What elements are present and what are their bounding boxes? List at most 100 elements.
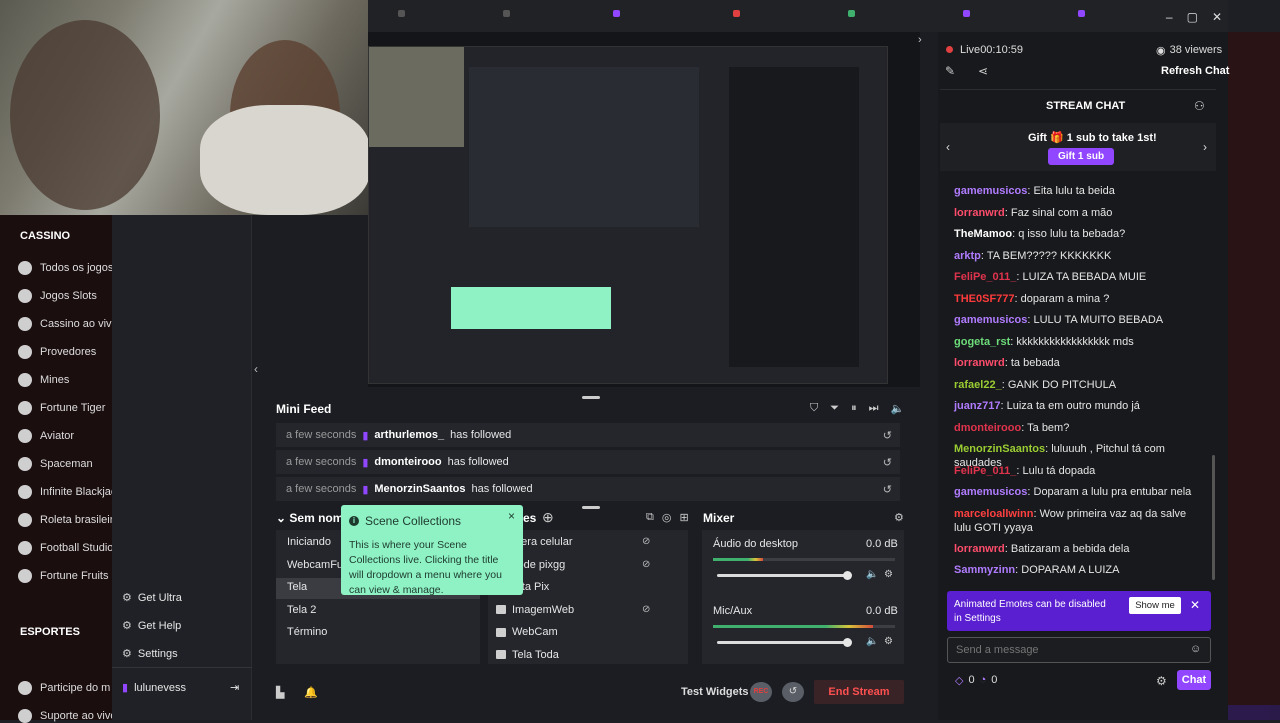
chat-username[interactable]: lorranwrd <box>954 207 1005 219</box>
resize-handle[interactable] <box>582 506 600 509</box>
collapse-left-icon[interactable]: ‹ <box>254 362 258 376</box>
source-item[interactable]: ImagemWeb <box>496 604 574 616</box>
chat-username[interactable]: Sammyzinn <box>954 564 1015 576</box>
gift-sub-button[interactable]: Gift 1 sub <box>1048 148 1114 165</box>
get-help-button[interactable]: ⚙ Get Help <box>122 619 181 633</box>
tab-icon[interactable] <box>398 10 405 17</box>
resize-handle[interactable] <box>582 396 600 399</box>
chat-username[interactable]: FeliPe_011_ <box>954 271 1016 283</box>
chat-username[interactable]: arktp <box>954 250 981 262</box>
test-widgets-button[interactable]: Test Widgets <box>681 686 749 698</box>
user-profile[interactable]: ▮ lulunevess <box>122 681 186 695</box>
pencil-icon[interactable]: ✎ <box>945 64 955 78</box>
chat-username[interactable]: THE0SF777 <box>954 293 1015 305</box>
rec-button[interactable]: REC <box>750 682 772 702</box>
chat-username[interactable]: dmonteirooo <box>954 422 1021 434</box>
chat-username[interactable]: gamemusicos <box>954 185 1027 197</box>
chat-username[interactable]: TheMamoo <box>954 228 1012 240</box>
casino-item[interactable]: Fortune Fruits <box>18 569 112 583</box>
chat-username[interactable]: lorranwrd <box>954 357 1005 369</box>
chat-username[interactable]: FeliPe_011_ <box>954 465 1016 477</box>
speaker-icon[interactable]: 🔈 <box>866 636 878 647</box>
tab-icon[interactable] <box>963 10 970 17</box>
volume-icon[interactable]: 🔈 <box>890 402 904 415</box>
get-ultra-button[interactable]: ⚙ Get Ultra <box>122 591 182 605</box>
eye-icon[interactable]: ◎ <box>662 511 672 524</box>
volume-slider[interactable] <box>717 574 849 577</box>
mixer-settings-icon[interactable]: ⚙ <box>894 511 904 524</box>
chat-settings-icon[interactable]: ⚙ <box>1156 674 1167 688</box>
tab-icon[interactable] <box>613 10 620 17</box>
skip-icon[interactable]: ⏭ <box>869 402 879 415</box>
users-icon[interactable]: ⚇ <box>1194 99 1205 113</box>
chat-username[interactable]: lorranwrd <box>954 543 1005 555</box>
casino-item[interactable]: Football Studio <box>18 541 112 555</box>
expand-chat-icon[interactable]: › <box>918 34 922 46</box>
speaker-icon[interactable]: 🔈 <box>866 569 878 580</box>
shield-icon[interactable]: ⛉ <box>810 402 818 415</box>
refresh-chat-button[interactable]: Refresh Chat <box>1161 65 1229 77</box>
show-me-button[interactable]: Show me <box>1129 597 1181 614</box>
scene-item[interactable]: Tela <box>287 581 307 593</box>
scene-item[interactable]: WebcamFull <box>287 559 348 571</box>
chat-username[interactable]: gamemusicos <box>954 314 1027 326</box>
settings-button[interactable]: ⚙ Settings <box>122 647 178 661</box>
source-item[interactable]: WebCam <box>496 626 558 638</box>
minimize-icon[interactable]: – <box>1166 10 1173 24</box>
scene-collection-title[interactable]: ⌄ Sem nome <box>276 511 350 525</box>
next-arrow-icon[interactable]: › <box>1203 140 1207 154</box>
casino-item[interactable]: Spaceman <box>18 457 112 471</box>
visibility-off-icon[interactable]: ⊘ <box>642 536 650 547</box>
chat-username[interactable]: gamemusicos <box>954 486 1027 498</box>
tab-icon[interactable] <box>848 10 855 17</box>
chat-scrollbar[interactable] <box>1212 455 1215 580</box>
chat-username[interactable]: MenorzinSaantos <box>954 443 1045 455</box>
close-icon[interactable]: ✕ <box>1212 10 1222 24</box>
scene-item[interactable]: Iniciando <box>287 536 331 548</box>
casino-item[interactable]: Mines <box>18 373 112 387</box>
visibility-off-icon[interactable]: ⊘ <box>642 559 650 570</box>
tooltip-close-button[interactable]: × <box>508 509 515 523</box>
casino-item[interactable]: Fortune Tiger <box>18 401 112 415</box>
casino-item-suporte[interactable]: Suporte ao vivo <box>18 709 112 723</box>
bell-icon[interactable]: 🔔 <box>304 686 318 699</box>
visibility-off-icon[interactable]: ⊘ <box>642 604 650 615</box>
logout-icon[interactable]: ⇥ <box>230 681 239 694</box>
replay-icon[interactable]: ↺ <box>883 483 892 496</box>
channel-settings-icon[interactable]: ⚙ <box>884 569 893 580</box>
casino-item[interactable]: Jogos Slots <box>18 289 112 303</box>
chat-send-button[interactable]: Chat <box>1177 670 1211 690</box>
volume-slider[interactable] <box>717 641 849 644</box>
add-source-icon[interactable]: ⊞ <box>679 511 688 524</box>
volume-slider-knob[interactable] <box>843 571 852 580</box>
chat-input[interactable] <box>947 637 1211 663</box>
pause-icon[interactable]: ⏸ <box>851 402 857 415</box>
replay-icon[interactable]: ↺ <box>883 429 892 442</box>
close-icon[interactable]: ✕ <box>1190 598 1200 612</box>
casino-item[interactable]: Infinite Blackjack <box>18 485 112 499</box>
casino-item[interactable]: Cassino ao vivo <box>18 317 112 331</box>
end-stream-button[interactable]: End Stream <box>814 680 904 704</box>
source-item[interactable]: Tela Toda <box>496 649 559 661</box>
stats-icon[interactable]: ▙ <box>276 686 284 699</box>
prev-arrow-icon[interactable]: ‹ <box>946 140 950 154</box>
scene-item[interactable]: Tela 2 <box>287 604 316 616</box>
replay-button[interactable]: ↺ <box>782 682 804 702</box>
filter-icon[interactable]: ⏷ <box>830 402 839 415</box>
casino-item[interactable]: Todos os jogos <box>18 261 112 275</box>
maximize-icon[interactable]: ▢ <box>1187 10 1198 24</box>
add-scene-icon[interactable]: ⊕ <box>542 509 554 526</box>
share-icon[interactable]: ⋖ <box>978 64 988 78</box>
chat-username[interactable]: rafael22_ <box>954 379 1002 391</box>
folder-icon[interactable]: ⧉ <box>646 511 654 524</box>
casino-item[interactable]: Provedores <box>18 345 112 359</box>
chat-username[interactable]: marceloallwinn <box>954 508 1033 520</box>
channel-settings-icon[interactable]: ⚙ <box>884 636 893 647</box>
emoji-icon[interactable]: ☺ <box>1190 643 1201 655</box>
tab-icon[interactable] <box>1078 10 1085 17</box>
chat-username[interactable]: juanz717 <box>954 400 1000 412</box>
casino-item[interactable]: Aviator <box>18 429 112 443</box>
tab-icon[interactable] <box>503 10 510 17</box>
casino-item[interactable]: Roleta brasileira <box>18 513 112 527</box>
chat-username[interactable]: gogeta_rst <box>954 336 1010 348</box>
